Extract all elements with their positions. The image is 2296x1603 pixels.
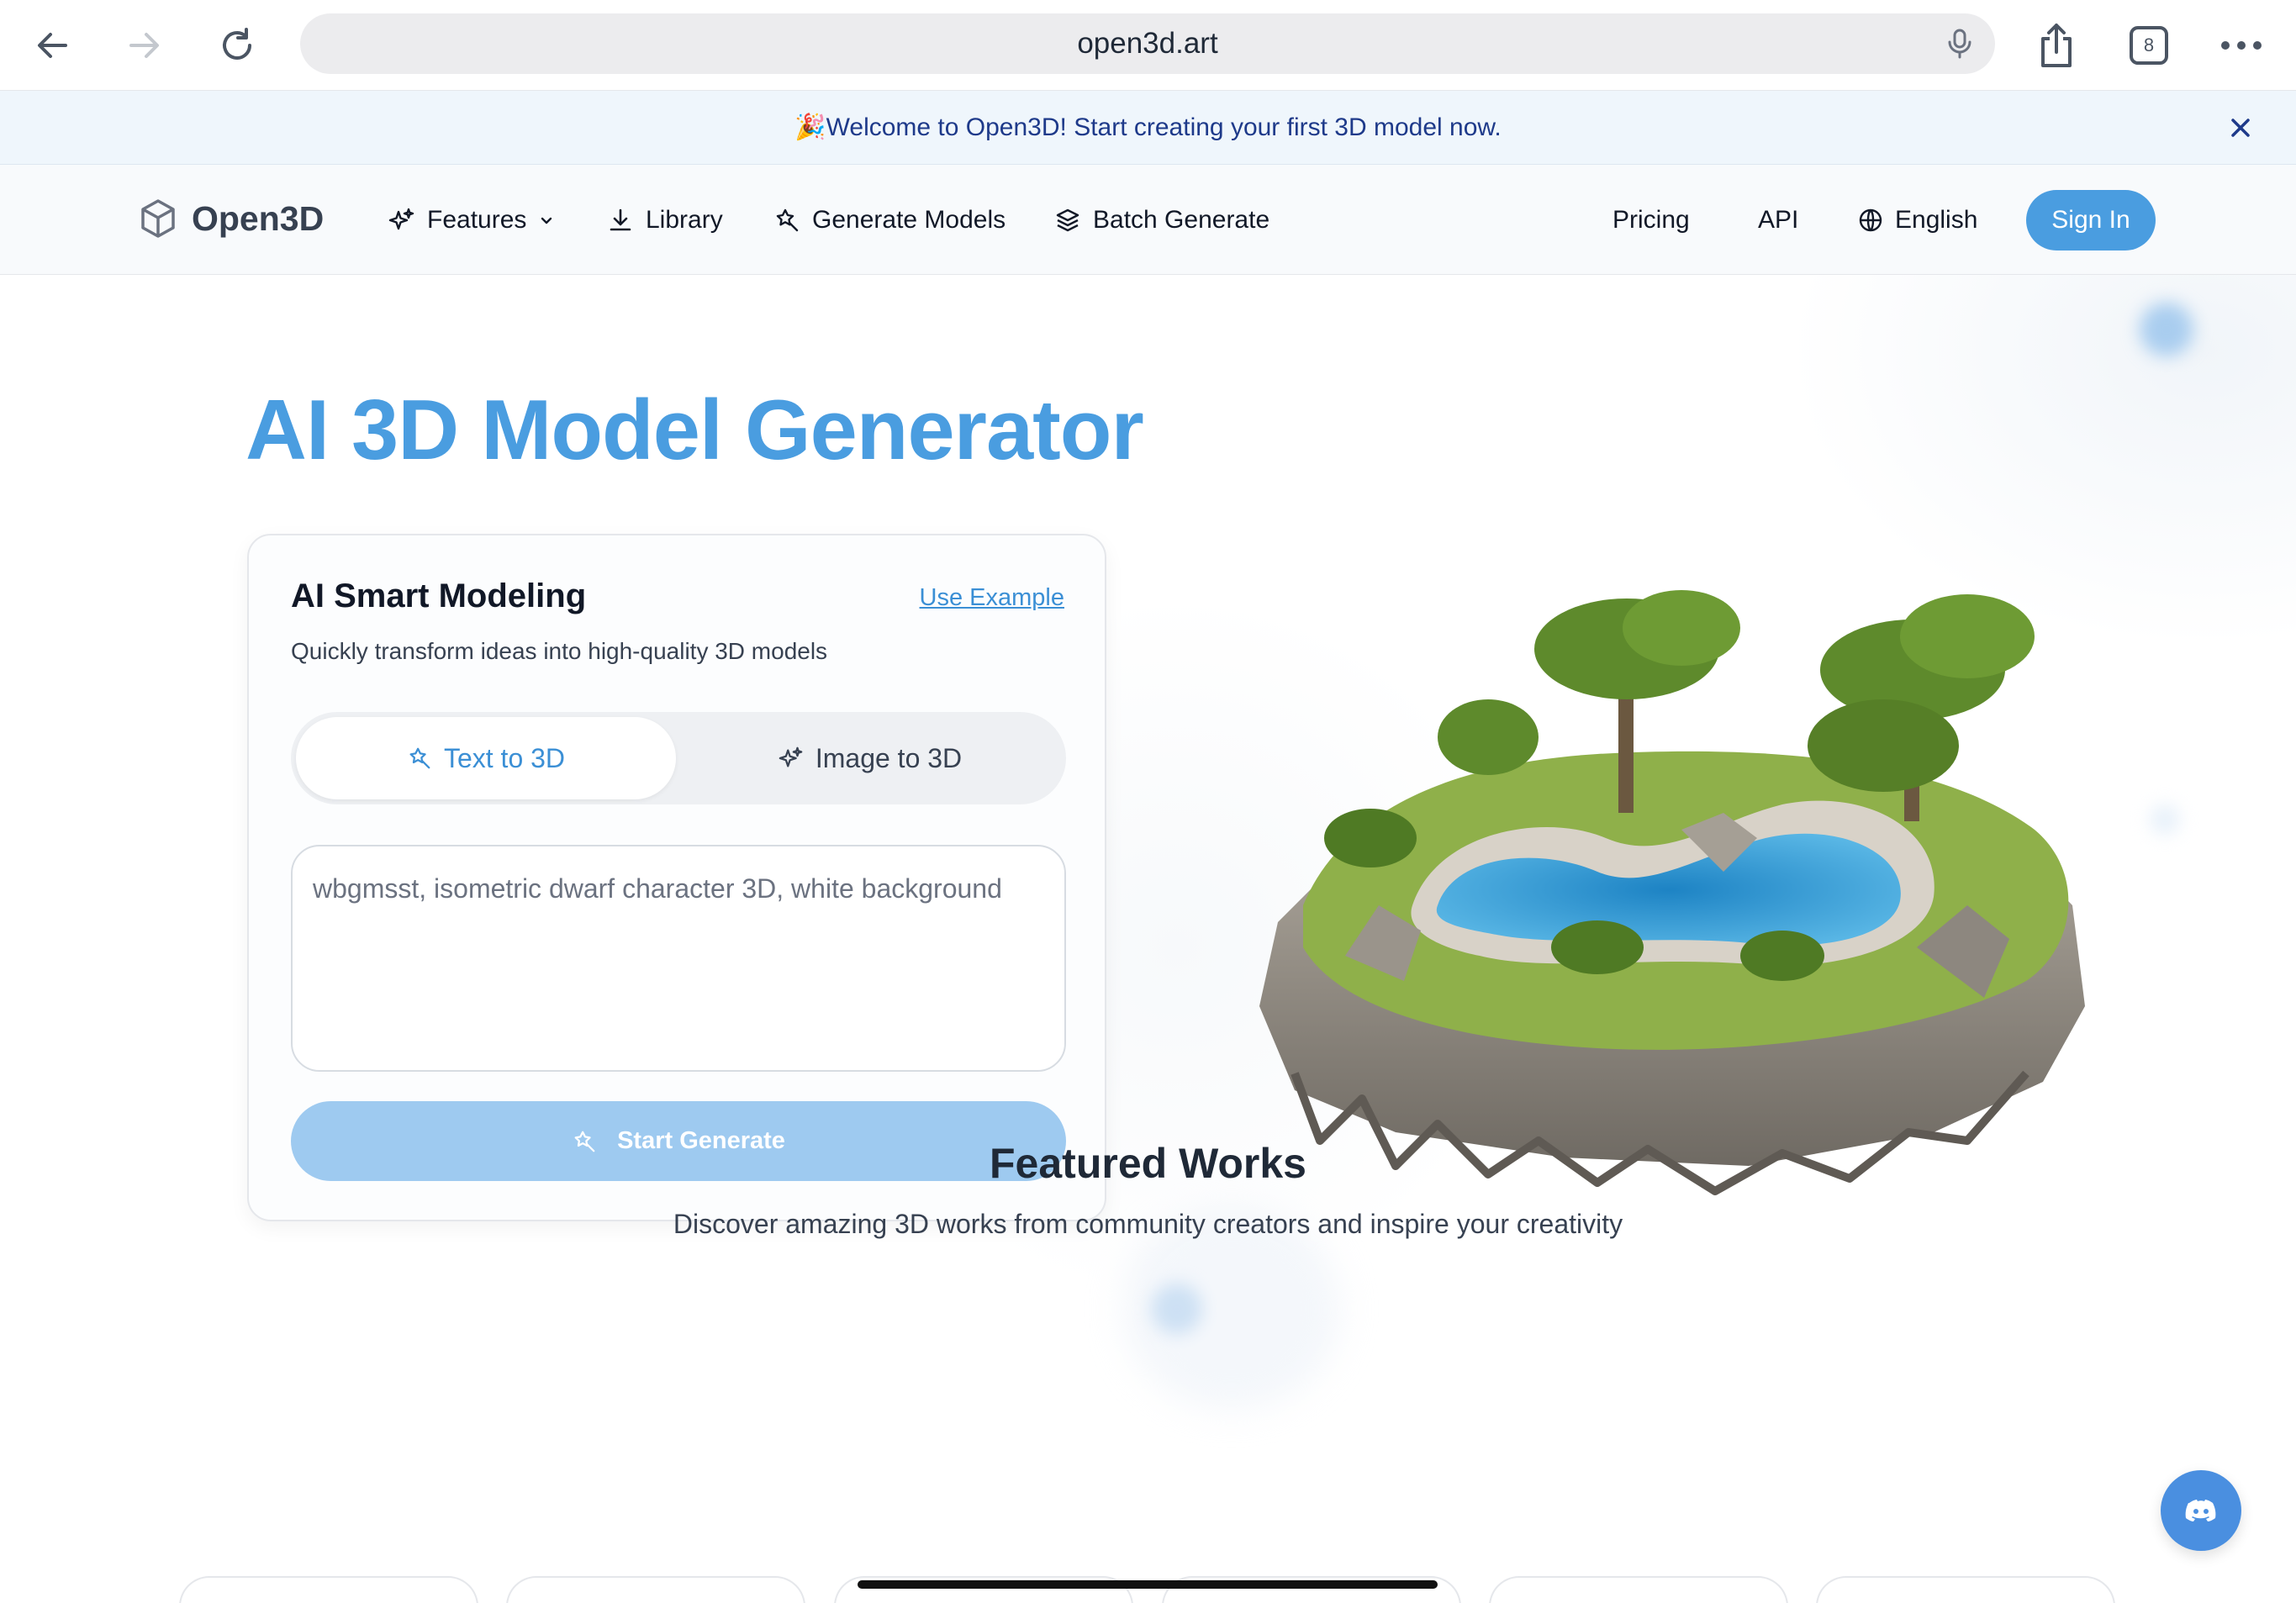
share-button[interactable] bbox=[2026, 15, 2087, 76]
mode-tabs: Text to 3D Image to 3D bbox=[291, 712, 1066, 804]
tab-count: 8 bbox=[2130, 26, 2168, 65]
decorative-blob bbox=[2150, 804, 2180, 835]
url-text: open3d.art bbox=[1077, 27, 1218, 60]
download-icon bbox=[610, 208, 631, 231]
nav-batch-generate-label: Batch Generate bbox=[1093, 206, 1270, 234]
nav-features-label: Features bbox=[427, 206, 527, 234]
featured-card[interactable] bbox=[1816, 1576, 2115, 1603]
featured-card[interactable] bbox=[506, 1576, 805, 1603]
site-header: Open3D Features Library Generate Models … bbox=[0, 165, 2296, 275]
hero-title: AI 3D Model Generator bbox=[245, 383, 1144, 477]
magic-wand-icon bbox=[409, 747, 430, 769]
prompt-input[interactable]: wbgmsst, isometric dwarf character 3D, w… bbox=[291, 845, 1066, 1072]
language-label: English bbox=[1895, 206, 1978, 234]
chevron-down-icon bbox=[541, 217, 552, 224]
cube-icon bbox=[141, 199, 175, 238]
featured-card[interactable] bbox=[1489, 1576, 1788, 1603]
tab-image-to-3d-label: Image to 3D bbox=[815, 742, 963, 773]
forward-button[interactable] bbox=[114, 15, 175, 76]
nav-pricing-label: Pricing bbox=[1612, 206, 1690, 234]
microphone-icon[interactable] bbox=[1943, 27, 1977, 61]
share-icon bbox=[2041, 24, 2072, 67]
island-model-illustration bbox=[1259, 590, 2085, 1195]
use-example-link[interactable]: Use Example bbox=[920, 584, 1064, 612]
decorative-blob bbox=[2140, 303, 2193, 356]
address-bar[interactable]: open3d.art bbox=[300, 13, 1995, 74]
tabs-button[interactable]: 8 bbox=[2119, 15, 2179, 76]
reload-button[interactable] bbox=[207, 15, 267, 76]
sign-in-label: Sign In bbox=[2051, 206, 2130, 234]
party-emoji: 🎉 bbox=[794, 113, 826, 141]
magic-wand-icon bbox=[776, 208, 799, 232]
sparkles-icon bbox=[779, 746, 803, 767]
nav-generate-models-label: Generate Models bbox=[812, 206, 1006, 234]
sign-in-button[interactable]: Sign In bbox=[2026, 190, 2156, 250]
arrow-right-icon bbox=[129, 33, 159, 58]
nav-pricing[interactable]: Pricing bbox=[1612, 198, 1690, 242]
nav-features[interactable]: Features bbox=[388, 198, 555, 242]
featured-title: Featured Works bbox=[990, 1140, 1306, 1187]
featured-card[interactable] bbox=[179, 1576, 478, 1603]
smart-modeling-card: AI Smart Modeling Use Example Quickly tr… bbox=[247, 534, 1106, 1221]
browser-toolbar: open3d.art 8 bbox=[0, 0, 2296, 91]
arrow-left-icon bbox=[38, 33, 67, 58]
logo-text: Open3D bbox=[192, 198, 325, 238]
tab-image-to-3d[interactable]: Image to 3D bbox=[679, 717, 1061, 799]
tab-text-to-3d[interactable]: Text to 3D bbox=[296, 717, 676, 799]
prompt-placeholder: wbgmsst, isometric dwarf character 3D, w… bbox=[313, 873, 1002, 904]
more-dots-icon bbox=[2221, 41, 2262, 50]
tab-text-to-3d-label: Text to 3D bbox=[443, 742, 566, 773]
featured-subtitle: Discover amazing 3D works from community… bbox=[673, 1209, 1623, 1239]
welcome-banner: 🎉 Welcome to Open3D! Start creating your… bbox=[0, 91, 2296, 165]
nav-generate-models[interactable]: Generate Models bbox=[773, 198, 1005, 242]
card-title: AI Smart Modeling bbox=[291, 577, 587, 614]
banner-close-button[interactable] bbox=[2224, 111, 2257, 145]
close-icon bbox=[2231, 119, 2250, 137]
layers-icon bbox=[1056, 208, 1079, 232]
nav-library-label: Library bbox=[646, 206, 723, 234]
reload-icon bbox=[223, 28, 251, 60]
discord-button[interactable] bbox=[2161, 1470, 2241, 1551]
more-button[interactable] bbox=[2211, 15, 2272, 76]
nav-batch-generate[interactable]: Batch Generate bbox=[1054, 198, 1269, 242]
home-indicator bbox=[858, 1580, 1438, 1589]
globe-icon bbox=[1859, 208, 1882, 232]
banner-text: Welcome to Open3D! Start creating your f… bbox=[826, 113, 1502, 141]
sparkles-icon bbox=[388, 208, 414, 230]
hero-section: AI 3D Model Generator AI Smart Modeling … bbox=[0, 275, 2296, 1603]
card-subtitle: Quickly transform ideas into high-qualit… bbox=[291, 638, 828, 664]
logo[interactable]: Open3D bbox=[140, 198, 324, 239]
nav-library[interactable]: Library bbox=[607, 198, 723, 242]
back-button[interactable] bbox=[22, 15, 82, 76]
discord-icon bbox=[2185, 1500, 2216, 1521]
nav-api-label: API bbox=[1758, 206, 1799, 234]
nav-api[interactable]: API bbox=[1758, 198, 1798, 242]
language-selector[interactable]: English bbox=[1858, 198, 1977, 242]
